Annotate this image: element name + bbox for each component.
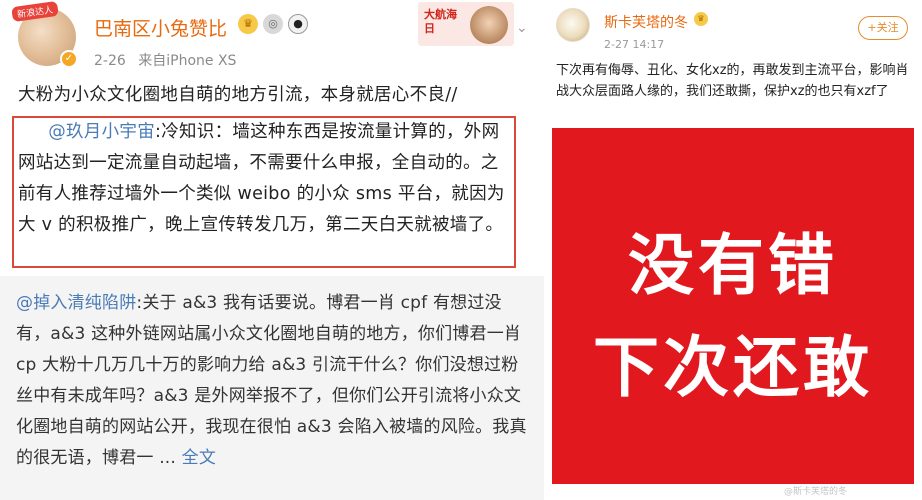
red-poster-image[interactable]: 没有错 下次还敢 — [552, 128, 914, 484]
left-username[interactable]: 巴南区小兔赞比 — [94, 14, 227, 41]
chevron-down-icon[interactable]: ⌄ — [516, 20, 528, 36]
left-post-time[interactable]: 2-26 — [94, 53, 126, 69]
right-post-body: 下次再有侮辱、丑化、女化xz的，再敢发到主流平台，影响肖战大众层面路人缘的，我们… — [556, 63, 909, 99]
original-mention-link[interactable]: @掉入清纯陷阱 — [16, 293, 136, 313]
panda-icon[interactable]: ● — [288, 14, 308, 34]
poster-line-1: 没有错 — [628, 227, 838, 304]
original-text: :关于 a&3 我有话要说。博君一肖 cpf 有想过没有，a&3 这种外链网站属… — [16, 293, 527, 468]
right-username[interactable]: 斯卡芙塔的冬 — [604, 12, 688, 32]
poster-line-2: 下次还敢 — [593, 329, 873, 406]
left-user-avatar[interactable]: 新浪达人 ✓ — [11, 0, 78, 68]
watermark: @斯卡芙塔的冬 — [784, 487, 848, 497]
original-post-panel: @掉入清纯陷阱:关于 a&3 我有话要说。博君一肖 cpf 有想过没有，a&3 … — [0, 276, 544, 500]
quoted-repost-text: 良//@玖月小宇宙:冷知识：墙这种东西是按流量计算的，外网网站达到一定流量自动起… — [18, 117, 514, 241]
right-post-date[interactable]: 2-27 14:17 — [604, 38, 664, 51]
promo-text: 大航海日 — [424, 8, 457, 35]
left-post-meta: 2-26 来自iPhone XS — [94, 50, 236, 70]
crown-icon[interactable]: ♛ — [694, 12, 708, 26]
left-weibo-post: 新浪达人 ✓ 巴南区小兔赞比 ♛ ◎ ● 2-26 来自iPhone XS 大航… — [0, 0, 544, 500]
promo-portrait — [470, 6, 508, 44]
promo-card[interactable]: 大航海日 — [418, 2, 514, 46]
avatar-ribbon: 新浪达人 — [11, 0, 59, 23]
left-post-lead-text: 大粉为小众文化圈地自萌的地方引流，本身就居心不良// — [18, 85, 458, 105]
left-user-badges: ♛ ◎ ● — [238, 14, 308, 34]
crown-icon[interactable]: ♛ — [238, 14, 258, 34]
original-post-text: @掉入清纯陷阱:关于 a&3 我有话要说。博君一肖 cpf 有想过没有，a&3 … — [16, 288, 530, 474]
medal-icon[interactable]: ◎ — [263, 14, 283, 34]
follow-button[interactable]: +关注 — [858, 16, 908, 40]
mention-link[interactable]: @玖月小宇宙 — [48, 122, 155, 142]
left-post-source: 来自iPhone XS — [138, 53, 237, 69]
left-post-body: 大粉为小众文化圈地自萌的地方引流，本身就居心不良// — [14, 80, 536, 111]
right-user-avatar[interactable] — [556, 8, 590, 42]
right-weibo-post: 斯卡芙塔的冬 ♛ 2-27 14:17 +关注 下次再有侮辱、丑化、女化xz的，… — [548, 0, 922, 500]
full-text-link[interactable]: 全文 — [182, 448, 216, 468]
v-badge-icon: ✓ — [60, 50, 78, 68]
